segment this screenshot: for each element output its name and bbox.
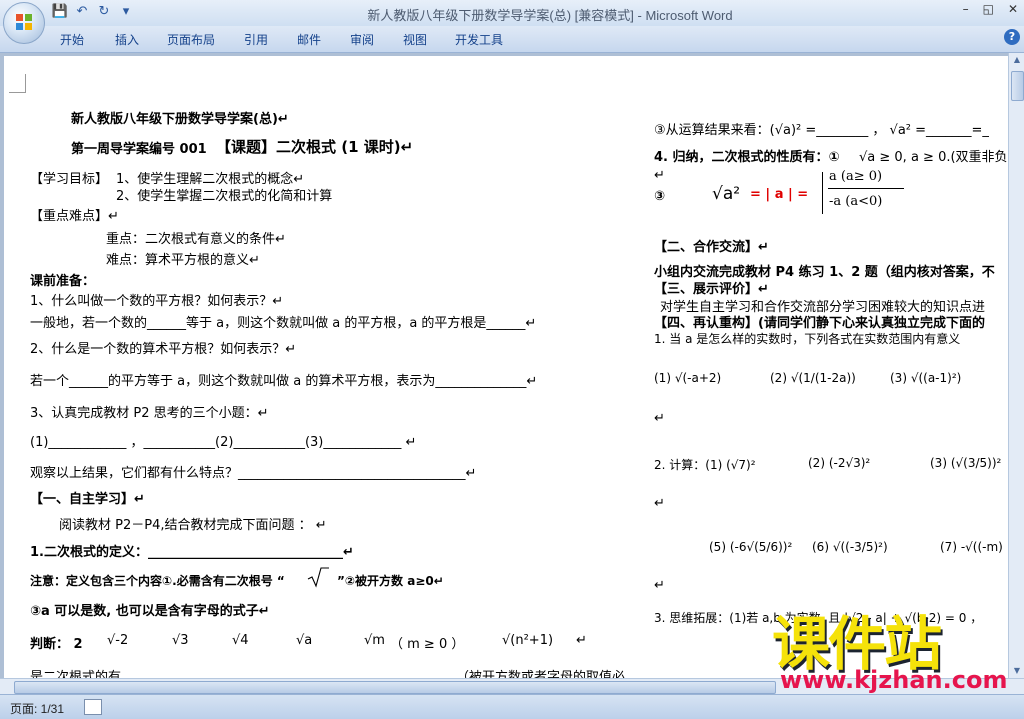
note-line: 注意：定义包含三个内容①.必需含有二次根号 “: [30, 574, 285, 588]
document-area: 新人教版八年级下册数学导学案(总)↵ 第一周导学案编号 001 【课题】二次根式…: [0, 53, 1008, 678]
save-icon[interactable]: 💾: [50, 3, 70, 21]
tab-references[interactable]: 引用: [244, 31, 268, 48]
question-3-body: (1)____________ ，___________(2)_________…: [30, 435, 417, 450]
scroll-up-icon[interactable]: ▲: [1009, 53, 1024, 67]
office-button[interactable]: [3, 2, 45, 44]
question-2: 2、什么是一个数的算术平方根？如何表示？↵: [30, 342, 297, 357]
minimize-button[interactable]: –: [963, 2, 969, 16]
lesson-topic: 【课题】二次根式 (1 课时)↵: [216, 138, 414, 156]
quick-access-toolbar: 💾 ↶ ↻ ▾: [50, 3, 136, 21]
judge-item-3: √4: [232, 633, 249, 648]
watermark: 课件站 课件站 www.kjzhan.com: [772, 600, 1014, 696]
return-mark-4: ↵: [654, 578, 665, 593]
section-4: 【四、再认重构】(请同学们静下心来认真独立完成下面的: [654, 316, 985, 331]
exercise-2: 2. 计算：(1) (√7)²: [654, 458, 756, 472]
judge-item-2: √3: [172, 633, 189, 648]
case-1: a (a≥ 0): [829, 169, 883, 184]
property-3-abs: = | a | =: [750, 187, 809, 202]
page-count[interactable]: 页面: 1/31: [10, 700, 64, 717]
property-1: √a ≥ 0, a ≥ 0.(双重非负: [859, 150, 1008, 165]
judge-item-1: √-2: [107, 633, 129, 648]
exercise-1-b: (2) √(1/(1-2a)): [770, 371, 856, 385]
lesson-number: 第一周导学案编号 001: [71, 142, 207, 157]
case-divider: [828, 188, 904, 189]
horizontal-scroll-thumb[interactable]: [14, 681, 776, 694]
undo-icon[interactable]: ↶: [72, 3, 92, 21]
ribbon-tabs: 开始 插入 页面布局 引用 邮件 审阅 视图 开发工具: [0, 26, 1024, 53]
tab-review[interactable]: 审阅: [350, 31, 374, 48]
tab-mailings[interactable]: 邮件: [297, 31, 321, 48]
help-icon[interactable]: ?: [1004, 29, 1020, 45]
tab-home[interactable]: 开始: [60, 31, 84, 48]
cases-brace: [822, 172, 823, 214]
tab-insert[interactable]: 插入: [115, 31, 139, 48]
return-mark-2: ↵: [654, 411, 665, 426]
key-label: 【重点难点】↵: [30, 209, 119, 224]
case-2: -a (a<0): [829, 194, 883, 209]
customize-qat-icon[interactable]: ▾: [116, 3, 136, 21]
restore-button[interactable]: ◱: [983, 2, 994, 16]
exercise-2-g: (7) -√((-m): [940, 540, 1003, 554]
tab-view[interactable]: 视图: [403, 31, 427, 48]
app-name: Microsoft Word: [645, 8, 733, 23]
goal-2: 2、使学生掌握二次根式的化简和计算: [116, 189, 333, 204]
redo-icon[interactable]: ↻: [94, 3, 114, 21]
question-2-body: 若一个______的平方等于 a，则这个数就叫做 a 的算术平方根，表示为___…: [30, 374, 538, 389]
judge-end-mark: ↵: [576, 633, 587, 648]
tab-page-layout[interactable]: 页面布局: [167, 31, 215, 48]
prep-label: 课前准备：: [30, 274, 96, 289]
question-1-body: 一般地，若一个数的______等于 a，则这个数就叫做 a 的平方根，a 的平方…: [30, 316, 537, 331]
return-mark-1: ↵: [654, 168, 665, 183]
property-3-expr: √a²: [712, 184, 741, 204]
exercise-1-a: (1) √(-a+2): [654, 371, 722, 385]
definition: 1.二次根式的定义：______________________________…: [30, 545, 354, 560]
property-3-label: ③: [654, 189, 666, 204]
exercise-1: 1. 当 a 是怎么样的实数时，下列各式在实数范围内有意义: [654, 332, 961, 346]
exercise-2-e: (5) (-6√(5/6))²: [709, 540, 793, 554]
bottom-left-text: 是二次根式的有: [30, 670, 122, 678]
window-controls: – ◱ ✕: [963, 2, 1018, 16]
exercise-2-c: (3) (√(3/5))²: [930, 456, 1002, 470]
difficult-point: 难点：算术平方根的意义↵: [106, 253, 260, 268]
note-line-end: ”②被开方数 a≥0↵: [337, 574, 444, 588]
judge-label: 判断： 2: [30, 637, 83, 652]
goal-label: 【学习目标】: [30, 172, 109, 187]
watermark-url: www.kjzhan.com: [780, 666, 1008, 694]
margin-corner-mark: [9, 74, 26, 93]
calc-result: ③从运算结果来看：(√a)² =________ ， √a² =_______=…: [654, 123, 989, 138]
title-bar: 💾 ↶ ↻ ▾ 新人教版八年级下册数学导学案(总) [兼容模式] - Micro…: [0, 0, 1024, 26]
section-2: 【二、合作交流】↵: [654, 240, 769, 255]
document-page[interactable]: 新人教版八年级下册数学导学案(总)↵ 第一周导学案编号 001 【课题】二次根式…: [4, 56, 1008, 678]
section-3: 【三、展示评价】↵: [654, 282, 769, 297]
key-point: 重点：二次根式有意义的条件↵: [106, 232, 286, 247]
tab-developer[interactable]: 开发工具: [455, 31, 503, 48]
office-logo-icon: [16, 14, 32, 30]
judge-item-5-condition: （ m ≥ 0 ）: [390, 637, 465, 652]
exercise-2-b: (2) (-2√3)²: [808, 456, 871, 470]
section-1: 【一、自主学习】↵: [30, 492, 145, 507]
question-1: 1、什么叫做一个数的平方根？如何表示？↵: [30, 294, 284, 309]
proofing-icon[interactable]: [84, 699, 102, 715]
read-instruction: 阅读教材 P2－P4,结合教材完成下面问题 ： ↵: [59, 518, 327, 533]
observe: 观察以上结果，它们都有什么特点？________________________…: [30, 466, 477, 481]
question-3: 3、认真完成教材 P2 思考的三个小题：↵: [30, 406, 269, 421]
judge-item-5: √m: [364, 633, 385, 648]
window-title: 新人教版八年级下册数学导学案(总) [兼容模式] - Microsoft Wor…: [367, 8, 733, 23]
judge-item-6: √(n²+1): [502, 633, 554, 648]
note-3: ③a 可以是数, 也可以是含有字母的式子↵: [30, 604, 270, 619]
document-title: 新人教版八年级下册数学导学案(总) [兼容模式]: [367, 8, 634, 23]
exercise-2-f: (6) √((-3/5)²): [812, 540, 888, 554]
judge-item-4: √a: [296, 633, 313, 648]
exercise-1-c: (3) √((a-1)²): [890, 371, 962, 385]
bottom-right-text: （被开方数或者字母的取值必: [456, 670, 626, 678]
property-title: 4. 归纳，二次根式的性质有：①: [654, 150, 840, 165]
return-mark-3: ↵: [654, 496, 665, 511]
doc-title: 新人教版八年级下册数学导学案(总)↵: [71, 112, 289, 127]
radical-sign-icon: [307, 567, 329, 588]
status-bar: 页面: 1/31: [0, 694, 1024, 719]
close-button[interactable]: ✕: [1008, 2, 1018, 16]
vertical-scrollbar[interactable]: ▲ ▼: [1008, 53, 1024, 678]
vertical-scroll-thumb[interactable]: [1011, 71, 1024, 101]
